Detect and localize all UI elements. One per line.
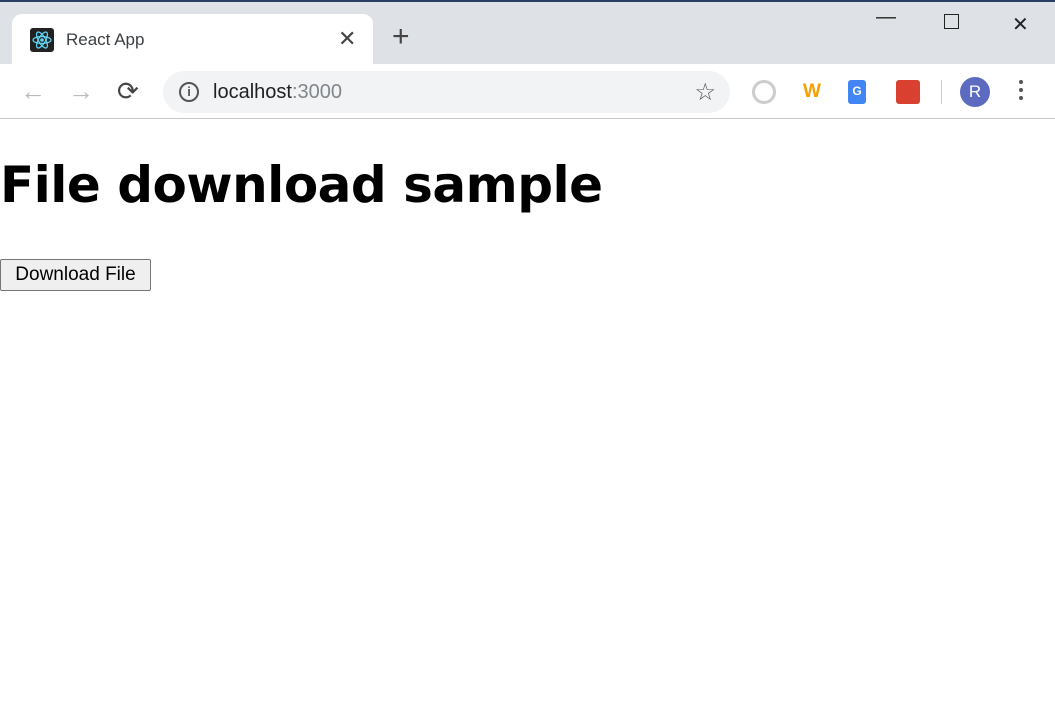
minimize-icon[interactable]: — [876,6,896,29]
url-text[interactable]: localhost:3000 [213,81,342,104]
circle-extension-icon[interactable] [752,80,776,104]
close-tab-icon[interactable]: ✕ [338,26,356,52]
info-icon[interactable]: i [179,82,199,102]
react-debug-extension-icon[interactable] [896,80,920,104]
google-translate-icon[interactable]: G [848,80,866,104]
download-file-button[interactable]: Download File [0,259,151,291]
close-window-icon[interactable]: ✕ [1012,12,1029,37]
react-logo-icon [30,28,54,52]
bookmark-star-icon[interactable]: ☆ [694,78,716,107]
reload-icon[interactable]: ⟳ [117,76,139,106]
new-tab-icon[interactable]: + [392,22,410,52]
maximize-icon[interactable] [944,14,959,29]
forward-icon[interactable]: → [68,76,94,106]
profile-avatar[interactable]: R [960,77,990,107]
tab-react-app[interactable]: React App ✕ [12,14,373,66]
w-extension-icon[interactable]: W [800,80,824,104]
more-menu-icon[interactable] [1018,80,1024,104]
tab-title: React App [66,30,145,49]
browser-toolbar: ← → ⟳ i localhost:3000 ☆ W G R [0,64,1055,119]
tab-strip: React App ✕ + — ✕ [0,2,1055,66]
back-icon[interactable]: ← [20,76,46,106]
toolbar-separator [941,80,942,104]
address-bar[interactable]: i localhost:3000 ☆ [163,71,730,113]
url-host: localhost [213,81,292,103]
page-title: File download sample [0,156,603,214]
url-port: :3000 [291,81,342,103]
